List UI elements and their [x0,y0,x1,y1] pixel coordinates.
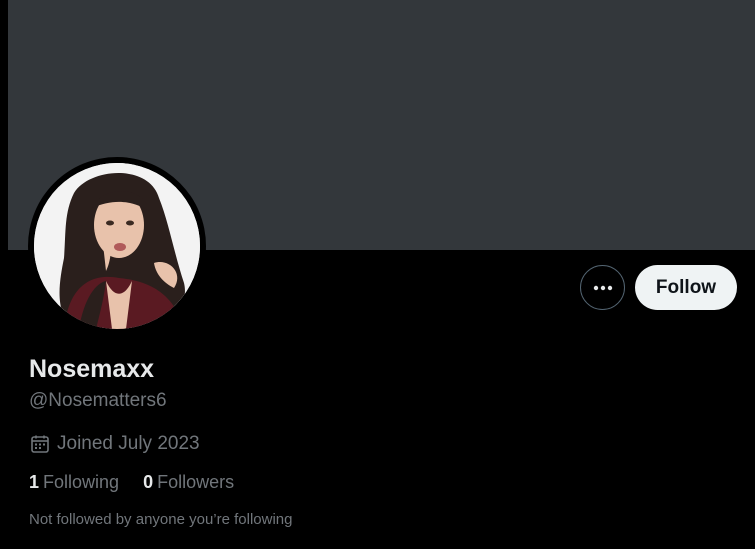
following-label: Following [43,472,120,492]
display-name: Nosemaxx [29,355,155,383]
more-icon [593,285,612,290]
followers-link[interactable]: 0 Followers [143,472,234,493]
profile-page: Follow Nosemaxx @Nosematters6 Joined Jul… [0,0,755,549]
follow-button[interactable]: Follow [635,265,737,310]
avatar[interactable] [34,163,200,329]
follow-stats: 1 Following 0 Followers [29,472,234,493]
joined-text: Joined July 2023 [57,433,200,454]
avatar-image [34,163,200,329]
follow-button-label: Follow [655,276,717,298]
mutual-followers-note: Not followed by anyone you’re following [29,511,293,528]
followers-label: Followers [157,472,235,492]
calendar-icon [29,433,51,455]
left-edge-divider [0,0,8,549]
joined-date: Joined July 2023 [29,433,200,455]
following-count: 1 [29,472,40,492]
followers-count: 0 [143,472,154,492]
handle: @Nosematters6 [29,390,167,411]
following-link[interactable]: 1 Following [29,472,119,493]
more-button[interactable] [580,265,625,310]
